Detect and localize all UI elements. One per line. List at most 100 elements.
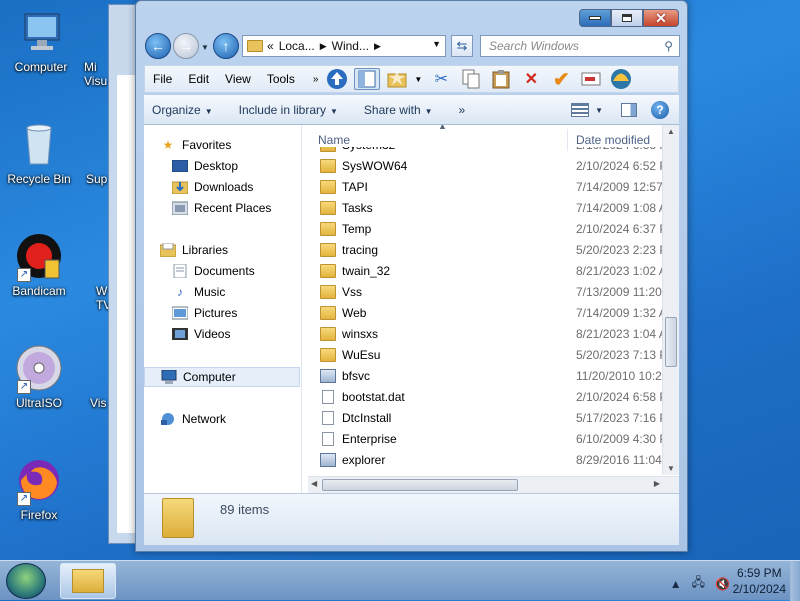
preview-pane-icon[interactable]: [621, 103, 637, 117]
network-tray-icon[interactable]: 🖧: [692, 573, 705, 594]
help-icon[interactable]: ?: [651, 101, 669, 119]
nav-videos[interactable]: Videos: [172, 324, 230, 344]
folder-icon: [320, 284, 336, 299]
breadcrumb-segment[interactable]: Loca...: [279, 39, 315, 53]
rename-tool-button[interactable]: [578, 68, 604, 90]
nav-documents[interactable]: Documents: [172, 261, 255, 281]
file-row[interactable]: explorer 8/29/2016 11:04: [308, 449, 670, 470]
up-folder-tool-button[interactable]: [324, 68, 350, 90]
breadcrumb-chevron-icon[interactable]: ▶: [320, 41, 327, 52]
explorer-window[interactable]: ✕ ← → ▼ ↑ « Loca... ▶ Wind... ▶ ▼ ⇆ Sear…: [135, 0, 688, 552]
properties-tool-button[interactable]: ✔: [548, 68, 574, 91]
file-row[interactable]: Web 7/14/2009 1:32 A: [308, 302, 670, 323]
vertical-scrollbar[interactable]: ▲ ▼: [662, 125, 679, 475]
file-row[interactable]: DtcInstall 5/17/2023 7:16 P: [308, 407, 670, 428]
show-hidden-icons-icon[interactable]: ▲: [670, 577, 682, 591]
nav-pictures[interactable]: Pictures: [172, 303, 237, 323]
desktop-icon-recycle-bin[interactable]: Recycle Bin: [0, 120, 78, 186]
file-row[interactable]: winsxs 8/21/2023 1:04 A: [308, 323, 670, 344]
nav-favorites[interactable]: ★ Favorites: [160, 135, 232, 155]
close-button[interactable]: ✕: [643, 9, 679, 27]
nav-label: Pictures: [194, 306, 238, 320]
address-bar[interactable]: « Loca... ▶ Wind... ▶ ▼: [242, 35, 446, 57]
file-row[interactable]: WuEsu 5/20/2023 7:13 P: [308, 344, 670, 365]
navigation-pane[interactable]: ★ Favorites Desktop Downloads Recent Plac…: [144, 125, 302, 493]
disc-icon: ↗: [15, 344, 63, 394]
command-overflow-chevron-icon[interactable]: »: [451, 103, 474, 117]
copy-tool-button[interactable]: [458, 68, 484, 90]
menu-file[interactable]: File: [145, 72, 180, 86]
desktop-icon-firefox[interactable]: ↗ Firefox: [0, 456, 78, 522]
chevron-down-icon: ▼: [330, 106, 338, 116]
taskbar-explorer-button[interactable]: [60, 563, 116, 599]
file-row[interactable]: bfsvc 11/20/2010 10:2: [308, 365, 670, 386]
vertical-scroll-thumb[interactable]: [665, 317, 677, 367]
file-row[interactable]: Vss 7/13/2009 11:20: [308, 281, 670, 302]
nav-recent-places[interactable]: Recent Places: [172, 198, 271, 218]
menu-tools[interactable]: Tools: [259, 72, 303, 86]
file-date-modified: 2/10/2024 6:38 P: [576, 147, 667, 152]
file-row[interactable]: bootstat.dat 2/10/2024 6:58 P: [308, 386, 670, 407]
file-row[interactable]: Tasks 7/14/2009 1:08 A: [308, 197, 670, 218]
file-row[interactable]: tracing 5/20/2023 2:23 P: [308, 239, 670, 260]
scroll-up-icon[interactable]: ▲: [667, 127, 675, 136]
nav-computer[interactable]: Computer: [144, 367, 300, 387]
shell-tool-button[interactable]: [608, 68, 634, 90]
nav-downloads[interactable]: Downloads: [172, 177, 253, 197]
show-desktop-button[interactable]: [790, 561, 800, 601]
search-input[interactable]: Search Windows ⚲: [480, 35, 680, 57]
file-row[interactable]: SysWOW64 2/10/2024 6:52 P: [308, 155, 670, 176]
nav-libraries[interactable]: Libraries: [160, 240, 228, 260]
recent-pages-dropdown[interactable]: ▼: [201, 43, 209, 52]
file-row[interactable]: twain_32 8/21/2023 1:02 A: [308, 260, 670, 281]
desktop-icon-ultraiso[interactable]: ↗ UltraISO: [0, 344, 78, 410]
maximize-icon: [622, 14, 632, 22]
scroll-left-icon[interactable]: ◀: [311, 479, 317, 488]
maximize-button[interactable]: [611, 9, 643, 27]
clock[interactable]: 6:59 PM 2/10/2024: [733, 565, 786, 597]
panes-tool-button[interactable]: [354, 68, 381, 90]
breadcrumb-segment[interactable]: Wind...: [332, 39, 369, 53]
minimize-button[interactable]: [579, 9, 611, 27]
menu-overflow-chevron-icon[interactable]: »: [313, 74, 319, 85]
file-row[interactable]: System322/10/2024 6:38 P: [308, 147, 670, 155]
view-dropdown-icon[interactable]: ▼: [595, 106, 603, 115]
organize-button[interactable]: Organize ▼: [144, 103, 221, 117]
include-in-library-button[interactable]: Include in library ▼: [231, 103, 346, 117]
back-button[interactable]: ←: [145, 33, 171, 59]
volume-muted-icon[interactable]: 🔇: [715, 577, 730, 591]
nav-network[interactable]: Network: [160, 409, 226, 429]
start-button[interactable]: [6, 563, 46, 599]
nav-desktop[interactable]: Desktop: [172, 156, 238, 176]
file-pane[interactable]: ▲ Name Date modified System322/10/2024 6…: [308, 125, 679, 493]
desktop-icon-computer[interactable]: Computer: [2, 8, 80, 74]
file-row[interactable]: Temp 2/10/2024 6:37 P: [308, 218, 670, 239]
refresh-button[interactable]: ⇆: [451, 35, 473, 57]
cut-tool-button[interactable]: ✂: [428, 68, 454, 90]
menu-edit[interactable]: Edit: [180, 72, 217, 86]
up-button[interactable]: ↑: [213, 33, 239, 59]
scroll-right-icon[interactable]: ▶: [654, 479, 660, 488]
folder-options-dropdown-icon[interactable]: ▼: [414, 75, 422, 84]
folder-options-tool-button[interactable]: [384, 68, 410, 90]
address-dropdown-icon[interactable]: ▼: [432, 39, 441, 49]
desktop-icon-bandicam[interactable]: ↗ Bandicam: [0, 232, 78, 298]
share-with-label: Share with: [363, 102, 421, 117]
scroll-down-icon[interactable]: ▼: [667, 464, 675, 473]
nav-music[interactable]: ♪ Music: [172, 282, 225, 302]
file-date-modified: 5/20/2023 7:13 P: [576, 347, 668, 362]
share-with-button[interactable]: Share with ▼: [356, 103, 441, 117]
menu-view[interactable]: View: [217, 72, 259, 86]
file-row[interactable]: Enterprise 6/10/2009 4:30 P: [308, 428, 670, 449]
breadcrumb-chevron-icon[interactable]: ▶: [374, 41, 381, 52]
folder-icon: [320, 200, 336, 215]
file-row[interactable]: TAPI 7/14/2009 12:57: [308, 176, 670, 197]
address-overflow-icon[interactable]: «: [267, 39, 274, 53]
horizontal-scroll-thumb[interactable]: [322, 479, 518, 491]
paste-tool-button[interactable]: [488, 68, 514, 90]
search-icon[interactable]: ⚲: [664, 39, 673, 53]
change-view-icon[interactable]: [571, 103, 590, 117]
horizontal-scrollbar[interactable]: ◀ ▶: [308, 476, 679, 493]
forward-button[interactable]: →: [173, 33, 199, 59]
delete-tool-button[interactable]: ✕: [518, 68, 544, 90]
